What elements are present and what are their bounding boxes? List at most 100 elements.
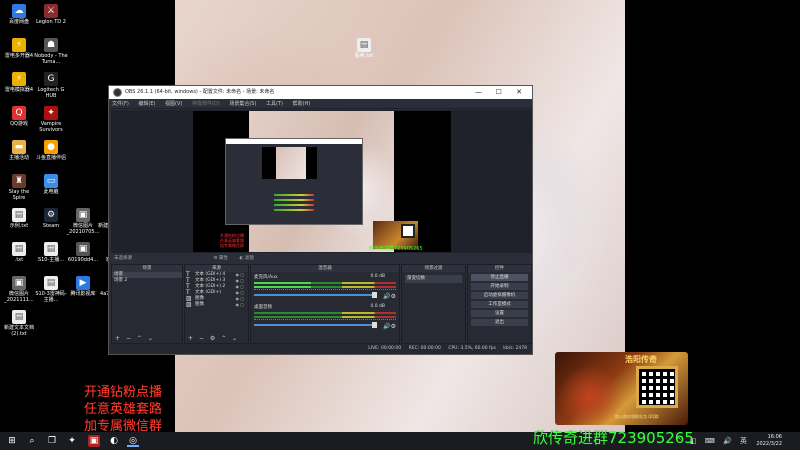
nested-obs-window (225, 138, 363, 225)
minimize-button[interactable]: — (470, 86, 488, 99)
menu-edit[interactable]: 编辑(E) (138, 101, 155, 107)
cpu-status: CPU: 3.5%, 60.00 fps (448, 346, 496, 351)
desktop-icon[interactable]: ☗ Nobody - The Turna... (34, 38, 68, 65)
menu-scene-collection[interactable]: 场景集合(S) (229, 101, 256, 107)
menu-tools[interactable]: 工具(T) (266, 101, 283, 107)
move-down-icon[interactable]: ⌄ (148, 335, 153, 342)
desktop-icon[interactable]: ✦ Vampire Survivors (34, 106, 68, 133)
desktop-file-icon[interactable]: ▤ 贩卖.txt (347, 38, 381, 59)
desktop-icon[interactable]: ▤ 新建文本文档 (2).txt (2, 310, 36, 337)
source-settings-icon[interactable]: ⚙ (210, 335, 215, 342)
desktop-icon-label: 雷电多开器4 (4, 53, 34, 59)
thunder-icon: ⚡ (12, 38, 26, 52)
obs-title-bar[interactable]: OBS 26.1.1 (64-bit, windows) - 配置文件: 未命名… (109, 86, 532, 99)
menu-help[interactable]: 帮助(H) (293, 101, 311, 107)
desktop-icon[interactable]: ▤ .txt (2, 242, 36, 263)
desktop-icon[interactable]: ⚙ Steam (34, 208, 68, 229)
game-icon: ✦ (44, 106, 58, 120)
volume-slider[interactable] (254, 292, 377, 298)
desktop-icon[interactable]: ▭ 此电脑 (34, 174, 68, 195)
tray-date: 2022/3/22 (756, 441, 782, 447)
menu-docks[interactable]: 停靠部件(D) (192, 101, 220, 107)
qq-icon: Q (12, 106, 26, 120)
tray-clock[interactable]: 16:06 2022/3/22 (756, 434, 782, 448)
image-icon: ▣ (76, 242, 90, 256)
obs-logo-icon (113, 88, 122, 97)
desktop-icon[interactable]: ▤ S10-主播... (34, 242, 68, 263)
canvas-ad-text: 欣传奇进群723905265 (369, 246, 423, 252)
mixer-track: 麦克风/Aux 0.0 dB 🔊⚙ (251, 272, 399, 302)
filters-button[interactable]: ◐ 滤镜 (239, 256, 253, 261)
speaker-icon[interactable]: 🔊⚙ (383, 323, 396, 330)
obs-preview-area[interactable]: 开通钻粉点播 任意英雄套路 加专属微信群 欣传奇进群723905265 (111, 110, 532, 253)
exit-button[interactable]: 退出 (471, 319, 528, 326)
desktop-icon-label: 微信图片_2021111... (4, 291, 34, 303)
thunder-icon: ⚡ (12, 72, 26, 86)
desktop-icon[interactable]: ▶ 腾讯影视库 (66, 276, 100, 297)
source-item[interactable]: ▨ 图像 ◉ ▢ (185, 302, 248, 308)
desktop-icon[interactable]: ▤ 示例.txt (2, 208, 36, 229)
desktop-icon-label: 百度网盘 (8, 19, 29, 25)
task-view-icon[interactable]: ❐ (46, 435, 58, 447)
preview-canvas[interactable]: 开通钻粉点播 任意英雄套路 加专属微信群 欣传奇进群723905265 (193, 111, 451, 252)
obs-taskbar-icon[interactable]: ◎ (127, 435, 139, 447)
remove-scene-button[interactable]: − (126, 335, 131, 342)
desktop-icon[interactable]: Q QQ游戏 (2, 106, 36, 127)
desktop-icon[interactable]: ⚔ Legion TD 2 (34, 4, 68, 25)
folder-icon: ▬ (12, 140, 26, 154)
desktop-icon[interactable]: ● 斗鱼直播伴侣 (34, 140, 68, 161)
desktop-icon[interactable]: ▣ 60190dd4... (66, 242, 100, 263)
controls-header: 控件 (468, 265, 531, 272)
desktop-icon-label: Nobody - The Turna... (34, 53, 68, 65)
obs-window[interactable]: OBS 26.1.1 (64-bit, windows) - 配置文件: 未命名… (108, 85, 533, 355)
move-down-icon[interactable]: ⌄ (232, 335, 237, 342)
no-source-label: 未选择源 (114, 256, 132, 261)
add-scene-button[interactable]: + (115, 335, 120, 342)
remove-source-button[interactable]: − (199, 335, 204, 342)
desktop-icon[interactable]: ▬ 主播活动 (2, 140, 36, 161)
menu-view[interactable]: 视图(V) (165, 101, 182, 107)
app-icon[interactable]: ✦ (66, 435, 78, 447)
desktop-icon[interactable]: ▣ 微信图片_20210705... (66, 208, 100, 235)
transitions-header: 场景过渡 (402, 265, 465, 272)
edge-icon[interactable]: ◐ (108, 435, 120, 447)
mixer-header: 混音器 (251, 265, 399, 272)
properties-button[interactable]: ⚙ 属性 (213, 256, 227, 261)
desktop-icon[interactable]: ▣ 微信图片_2021111... (2, 276, 36, 303)
close-button[interactable]: ✕ (510, 86, 528, 99)
transition-select[interactable]: 渐变切换 (405, 275, 462, 283)
desktop-icon[interactable]: ♜ Slay the Spire (2, 174, 36, 201)
desktop-icon[interactable]: ⚡ 雷电模拟器4 (2, 72, 36, 93)
settings-button[interactable]: 设置 (471, 310, 528, 317)
stop-streaming-button[interactable]: 停止直播 (471, 274, 528, 281)
rec-status: REC: 00:00:00 (408, 346, 441, 351)
desktop-icon[interactable]: ⚡ 雷电多开器4 (2, 38, 36, 59)
move-up-icon[interactable]: ⌃ (221, 335, 226, 342)
desktop-icon[interactable]: ▤ S10-3雷神码-主播... (34, 276, 68, 303)
steam-icon: ⚙ (44, 208, 58, 222)
search-icon[interactable]: ⌕ (26, 435, 38, 447)
start-recording-button[interactable]: 开始录制 (471, 283, 528, 290)
computer-icon: ▭ (44, 174, 58, 188)
scene-item[interactable]: 场景 2 (112, 278, 182, 284)
sources-toolbar: + − ⚙ ⌃ ⌄ (185, 334, 248, 343)
file-icon: ▤ (357, 38, 371, 52)
virtual-camera-button[interactable]: 启动虚拟摄像机 (471, 292, 528, 299)
track-db: 0.0 dB (370, 274, 385, 279)
windows-start-icon[interactable]: ⊞ (6, 435, 18, 447)
desktop-icon-label: 斗鱼直播伴侣 (35, 155, 66, 161)
maximize-button[interactable]: ☐ (490, 86, 508, 99)
app-icon[interactable]: ▣ (88, 435, 100, 447)
image-source-icon: ▨ (186, 301, 192, 308)
eye-icon[interactable]: ◉ ▢ (235, 302, 244, 308)
add-source-button[interactable]: + (188, 335, 193, 342)
desktop-icon[interactable]: ☁ 百度网盘 (2, 4, 36, 25)
move-up-icon[interactable]: ⌃ (137, 335, 142, 342)
speaker-icon[interactable]: 🔊⚙ (383, 293, 396, 300)
desktop-icon-label: S10-主播... (37, 257, 65, 263)
studio-mode-button[interactable]: 工作室模式 (471, 301, 528, 308)
desktop-icon-label: Slay the Spire (8, 189, 30, 201)
desktop-icon[interactable]: G Logitech G HUB (34, 72, 68, 99)
menu-file[interactable]: 文件(F) (112, 101, 129, 107)
volume-slider[interactable] (254, 322, 377, 328)
